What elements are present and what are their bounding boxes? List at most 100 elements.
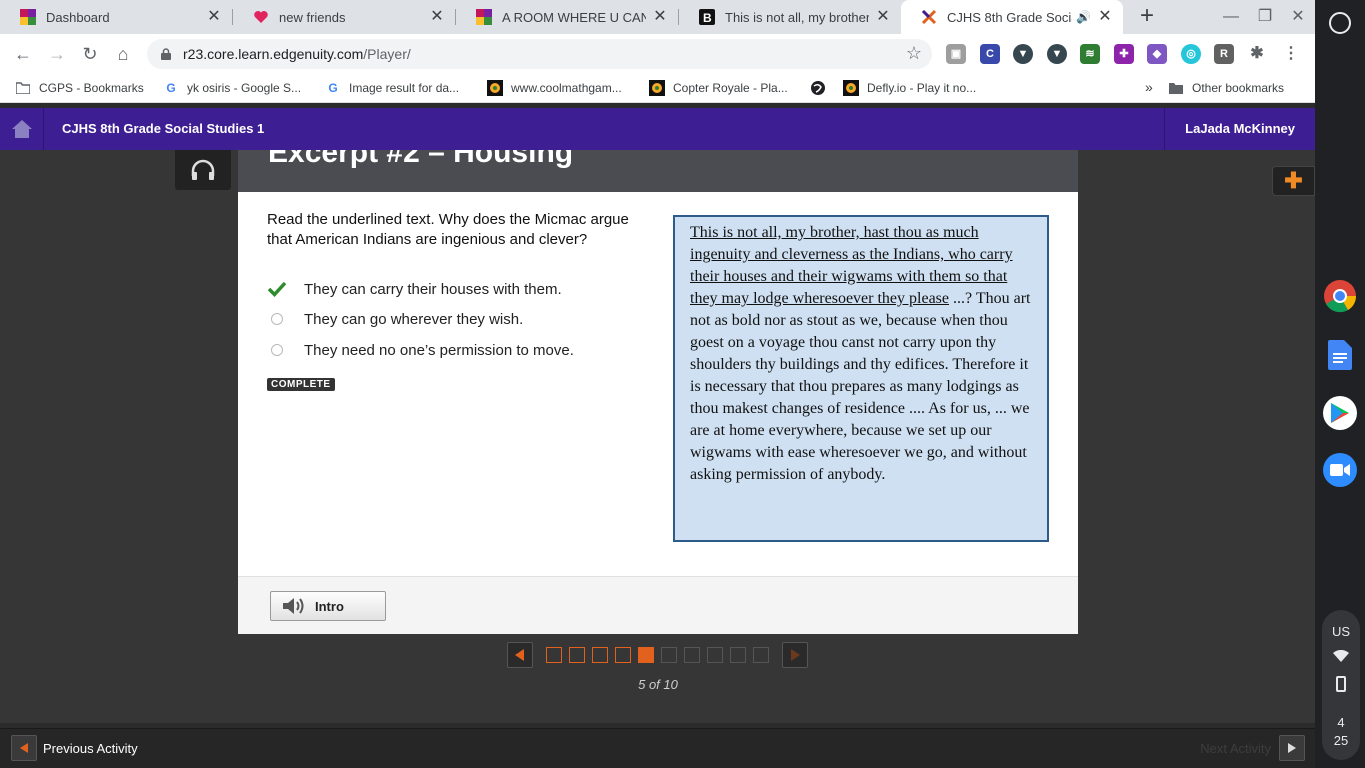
triangle-right-icon [791, 649, 800, 661]
answer-text: They can go wherever they wish. [304, 310, 524, 328]
page-box-7[interactable] [684, 647, 700, 663]
intro-button[interactable]: Intro [270, 591, 386, 621]
extension-icon[interactable]: ▣ [946, 44, 966, 64]
close-icon[interactable]: ✕ [875, 9, 891, 25]
address-bar[interactable]: r23.core.learn.edgenuity.com/Player/ ☆ [147, 39, 932, 69]
cast-icon[interactable]: ≋ [1080, 44, 1100, 64]
restore-icon[interactable]: ❐ [1255, 7, 1275, 27]
clock-minute: 25 [1333, 733, 1349, 748]
page-box-9[interactable] [730, 647, 746, 663]
tab-dashboard[interactable]: Dashboard ✕ [0, 0, 232, 34]
os-shelf: US 4 25 [1315, 0, 1365, 768]
site-icon [649, 80, 665, 96]
close-icon[interactable]: ✕ [429, 9, 445, 25]
extension-globe-icon[interactable]: ◎ [1181, 44, 1201, 64]
site-icon [843, 80, 859, 96]
activity-nav-bar: Previous Activity Next Activity [0, 728, 1315, 768]
speaker-icon [281, 596, 307, 616]
extension-puzzle-purple-icon[interactable]: ✚ [1114, 44, 1134, 64]
tab-cjhs[interactable]: CJHS 8th Grade Social Studies 🔊 ✕ [901, 0, 1123, 34]
next-page-button[interactable] [782, 642, 808, 668]
window-close-icon[interactable]: ✕ [1288, 7, 1308, 27]
extension-shield-icon[interactable]: ▼ [1013, 44, 1033, 64]
excerpt-text: ...? Thou art not as bold nor as stout a… [690, 290, 1031, 483]
previous-activity-button[interactable]: Previous Activity [11, 735, 138, 761]
audio-button[interactable] [175, 150, 231, 190]
extension-shield-icon[interactable]: ▼ [1047, 44, 1067, 64]
bookmark-cgps[interactable]: CGPS - Bookmarks [15, 80, 144, 96]
checkmark-icon [267, 279, 287, 299]
question-panel: Read the underlined text. Why does the M… [238, 192, 1078, 576]
extension-r-icon[interactable]: R [1214, 44, 1234, 64]
url-text: r23.core.learn.edgenuity.com/Player/ [183, 46, 411, 62]
folder-icon [1168, 80, 1184, 96]
previous-page-button[interactable] [507, 642, 533, 668]
bookmark-label: Defly.io - Play it no... [867, 81, 977, 95]
other-bookmarks[interactable]: Other bookmarks [1168, 80, 1284, 96]
page-box-10[interactable] [753, 647, 769, 663]
radio-button[interactable] [267, 309, 287, 329]
page-box-1[interactable] [546, 647, 562, 663]
menu-dots-icon[interactable]: ⋮ [1281, 44, 1301, 64]
next-activity-button[interactable]: Next Activity [1200, 735, 1305, 761]
bookmark-star-icon[interactable]: ☆ [906, 43, 922, 64]
page-box-3[interactable] [592, 647, 608, 663]
previous-activity-label: Previous Activity [43, 740, 138, 756]
bookmark-defly[interactable]: Defly.io - Play it no... [843, 80, 976, 96]
bookmark-globe[interactable] [810, 80, 834, 96]
page-box-6[interactable] [661, 647, 677, 663]
forward-arrow-icon[interactable]: → [45, 42, 69, 66]
triangle-right-icon [1279, 735, 1305, 761]
extension-c-icon[interactable]: C [980, 44, 1000, 64]
back-arrow-icon[interactable]: ← [11, 42, 35, 66]
page-box-8[interactable] [707, 647, 723, 663]
tools-plus-button[interactable]: ✚ [1272, 166, 1315, 196]
bookmark-copter-royale[interactable]: Copter Royale - Pla... [649, 80, 788, 96]
page-box-5[interactable] [638, 647, 654, 663]
home-button[interactable] [0, 108, 44, 150]
page-box-2[interactable] [569, 647, 585, 663]
answer-option-1[interactable]: They can carry their houses with them. [267, 278, 647, 300]
activity-title-bar: Excerpt #2 – Housing [238, 150, 1078, 192]
bookmark-coolmath[interactable]: www.coolmathgam... [487, 80, 622, 96]
page-box-4[interactable] [615, 647, 631, 663]
radio-button[interactable] [267, 340, 287, 360]
extensions-puzzle-icon[interactable]: ✱ [1247, 44, 1267, 64]
svg-text:B: B [703, 11, 712, 25]
status-tray[interactable]: US 4 25 [1322, 610, 1360, 760]
question-text: Read the underlined text. Why does the M… [267, 211, 629, 248]
tab-label: A ROOM WHERE U CAN ACT [502, 9, 646, 25]
bookmarks-overflow-icon[interactable]: » [1145, 79, 1153, 95]
browser-tab-strip: Dashboard ✕ new friends ✕ A ROOM WHERE U… [0, 0, 1315, 34]
bookmark-label: www.coolmathgam... [511, 81, 622, 95]
launcher-icon[interactable] [1329, 12, 1351, 34]
minimize-icon[interactable]: — [1221, 7, 1241, 27]
new-tab-button[interactable]: + [1135, 4, 1159, 29]
site-icon [487, 80, 503, 96]
answer-text: They can carry their houses with them. [304, 280, 562, 298]
home-icon[interactable]: ⌂ [111, 42, 135, 66]
plus-icon: ✚ [1284, 168, 1303, 193]
zoom-app-icon[interactable] [1323, 453, 1357, 487]
play-store-icon[interactable] [1323, 396, 1357, 430]
bookmark-image-result[interactable]: G Image result for da... [325, 80, 459, 96]
answer-option-3[interactable]: They need no one’s permission to move. [267, 339, 647, 361]
user-name[interactable]: LaJada McKinney [1164, 108, 1315, 150]
extension-flag-icon[interactable]: ◆ [1147, 44, 1167, 64]
close-icon[interactable]: ✕ [1097, 9, 1113, 25]
close-icon[interactable]: ✕ [206, 9, 222, 25]
docs-app-icon[interactable] [1323, 338, 1357, 372]
tab-room[interactable]: A ROOM WHERE U CAN ACT ✕ [456, 0, 678, 34]
tab-brainly[interactable]: B This is not all, my brother, hast thou… [679, 0, 901, 34]
close-icon[interactable]: ✕ [652, 9, 668, 25]
headphones-icon [191, 159, 215, 180]
speaker-icon[interactable]: 🔊 [1076, 10, 1091, 24]
tab-new-friends[interactable]: new friends ✕ [233, 0, 455, 34]
answer-option-2[interactable]: They can go wherever they wish. [267, 308, 647, 330]
bookmark-yk-osiris[interactable]: G yk osiris - Google S... [163, 80, 301, 96]
triangle-left-icon [11, 735, 37, 761]
edgenuity-x-icon [921, 9, 937, 25]
edgenuity-icon [476, 9, 492, 25]
chrome-app-icon[interactable] [1323, 279, 1357, 313]
reload-icon[interactable]: ↻ [78, 42, 102, 66]
